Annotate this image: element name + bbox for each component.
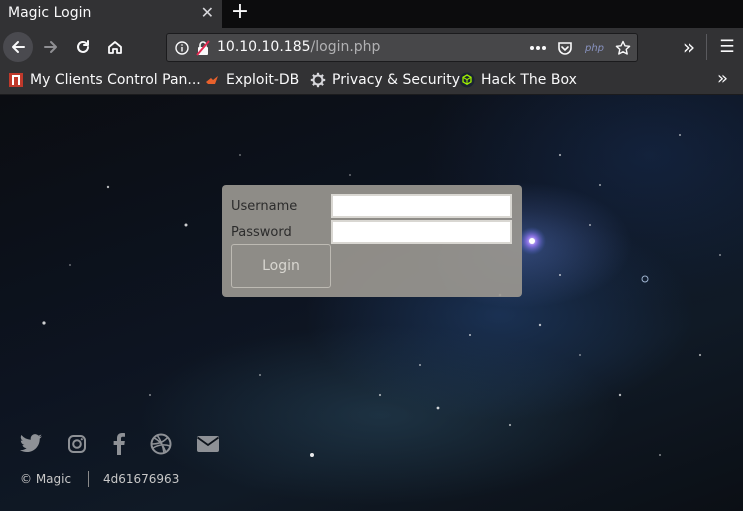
toolbar-overflow-icon[interactable]: »	[674, 32, 704, 62]
close-tab-icon[interactable]: ✕	[201, 4, 214, 22]
red-building-icon	[8, 72, 24, 88]
username-input[interactable]	[331, 194, 512, 218]
navigation-toolbar: 10.10.10.185/login.php php » ☰	[0, 28, 743, 66]
url-host: 10.10.10.185	[217, 39, 311, 55]
new-tab-button[interactable]: +	[228, 1, 252, 25]
url-text[interactable]: 10.10.10.185/login.php	[217, 39, 380, 55]
page-content: Username Password Login © Magic 4d616769…	[0, 95, 743, 511]
back-button[interactable]	[3, 32, 33, 62]
bookmark-privacy-security[interactable]: Privacy & Security	[310, 71, 460, 89]
arrow-right-icon	[44, 41, 57, 53]
username-label: Username	[231, 199, 298, 214]
forward-button[interactable]	[36, 32, 66, 62]
insecure-lock-icon[interactable]	[195, 40, 211, 56]
reload-button[interactable]	[68, 32, 98, 62]
password-input[interactable]	[331, 220, 512, 244]
bookmark-label: Hack The Box	[481, 72, 577, 88]
twitter-icon[interactable]	[18, 433, 44, 455]
bookmarks-overflow-icon[interactable]: »	[717, 68, 728, 89]
bookmark-label: Exploit-DB	[226, 72, 300, 88]
pocket-icon[interactable]	[557, 40, 573, 56]
php-extension-icon[interactable]: php	[585, 40, 604, 56]
password-label: Password	[231, 225, 292, 240]
footer-divider	[88, 471, 89, 487]
gear-icon	[310, 72, 326, 88]
hamburger-menu-icon[interactable]: ☰	[712, 32, 742, 62]
bookmark-label: My Clients Control Pan...	[30, 72, 201, 88]
url-bar[interactable]: 10.10.10.185/login.php php	[166, 33, 638, 62]
bookmark-my-clients[interactable]: My Clients Control Pan...	[8, 71, 201, 89]
footer-hex-code: 4d61676963	[103, 472, 180, 486]
home-icon	[108, 41, 122, 54]
tab-title: Magic Login	[8, 5, 92, 21]
arrow-left-icon	[12, 41, 25, 53]
home-button[interactable]	[100, 32, 130, 62]
dribbble-icon[interactable]	[148, 433, 174, 455]
instagram-icon[interactable]	[64, 433, 90, 455]
bookmark-hack-the-box[interactable]: Hack The Box	[459, 71, 577, 89]
url-path: /login.php	[310, 39, 381, 55]
page-actions-icon[interactable]	[529, 40, 547, 56]
facebook-icon[interactable]	[106, 433, 132, 455]
tab-magic-login[interactable]: Magic Login ✕	[0, 0, 222, 28]
tab-strip: Magic Login ✕ +	[0, 0, 743, 28]
login-button[interactable]: Login	[231, 244, 331, 288]
envelope-icon[interactable]	[195, 433, 221, 455]
bookmark-label: Privacy & Security	[332, 72, 460, 88]
bookmarks-toolbar: My Clients Control Pan... Exploit-DB Pri…	[0, 66, 743, 95]
bookmark-star-icon[interactable]	[615, 40, 631, 56]
toolbar-divider	[706, 34, 707, 60]
htb-cube-icon	[459, 72, 475, 88]
info-icon[interactable]	[175, 40, 189, 56]
exploit-db-icon	[204, 72, 220, 88]
reload-icon	[77, 40, 89, 53]
bookmark-exploit-db[interactable]: Exploit-DB	[204, 71, 299, 89]
login-form: Username Password Login	[222, 185, 522, 297]
footer-copyright: © Magic	[20, 472, 72, 486]
